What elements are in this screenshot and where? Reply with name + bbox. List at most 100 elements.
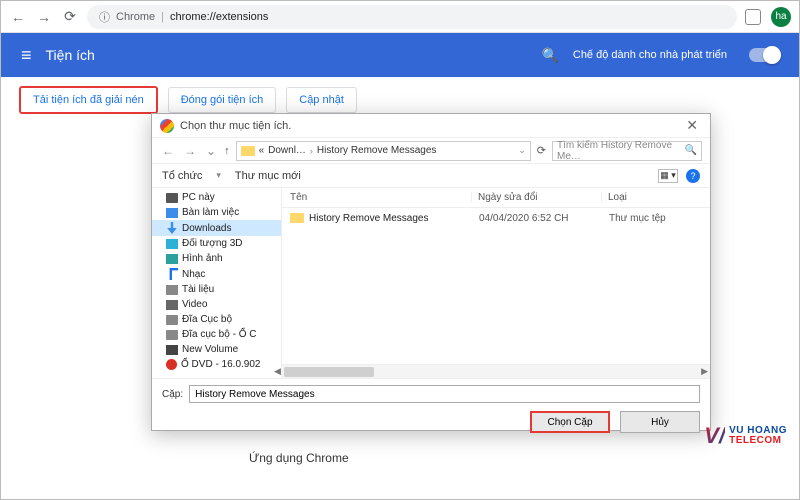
extensions-icon[interactable] xyxy=(745,9,761,25)
chevron-right-icon: › xyxy=(310,146,313,156)
folder-name-input[interactable] xyxy=(189,385,700,403)
file-list-header: Tên Ngày sửa đổi Loại xyxy=(282,188,710,208)
update-button[interactable]: Cập nhật xyxy=(286,87,357,113)
dl-icon xyxy=(166,222,178,234)
section-heading: Ứng dụng Chrome xyxy=(249,451,349,465)
mus-icon xyxy=(166,268,178,280)
scrollbar-thumb[interactable] xyxy=(284,367,374,377)
address-separator: | xyxy=(161,11,164,23)
breadcrumb[interactable]: « Downl… › History Remove Messages ⌄ xyxy=(236,141,531,161)
organize-menu[interactable]: Tổ chức xyxy=(162,170,202,182)
search-placeholder: Tìm kiếm History Remove Me… xyxy=(557,140,681,162)
vid-icon xyxy=(166,300,178,310)
folder-icon xyxy=(241,146,255,156)
tree-item-label: Đối tượng 3D xyxy=(182,238,243,249)
breadcrumb-seg1[interactable]: « xyxy=(259,145,265,156)
view-options-icon[interactable]: ▦ ▾ xyxy=(658,169,678,183)
breadcrumb-folder[interactable]: History Remove Messages xyxy=(317,145,436,156)
hd-icon xyxy=(166,330,178,340)
tree-item-mus[interactable]: Nhạc xyxy=(152,266,281,282)
folder-field-label: Cặp: xyxy=(162,389,183,400)
logo-text-2: TELECOM xyxy=(729,436,787,446)
new-folder-button[interactable]: Thư mục mới xyxy=(235,170,301,182)
nav-forward-icon[interactable]: → xyxy=(182,144,198,158)
search-glass-icon: 🔍 xyxy=(685,145,697,156)
tree-item-dvd[interactable]: Ổ DVD - 16.0.902 xyxy=(152,357,281,372)
address-app: Chrome xyxy=(116,11,155,23)
logo-mark-icon: V/ xyxy=(704,423,725,449)
breadcrumb-root[interactable]: Downl… xyxy=(268,145,306,156)
desk-icon xyxy=(166,208,178,218)
file-list: Tên Ngày sửa đổi Loại History Remove Mes… xyxy=(282,188,710,378)
tree-item-label: Hình ảnh xyxy=(182,253,223,264)
pc-icon xyxy=(166,193,178,203)
load-unpacked-button[interactable]: Tải tiện ích đã giải nén xyxy=(19,86,158,114)
tree-item-label: PC này xyxy=(182,192,215,203)
cancel-button[interactable]: Hủy xyxy=(620,411,700,433)
dialog-titlebar: Chọn thư mục tiện ích. ✕ xyxy=(152,114,710,138)
tree-item-nv[interactable]: New Volume xyxy=(152,342,281,357)
dialog-nav: ← → ⌄ ↑ « Downl… › History Remove Messag… xyxy=(152,138,710,164)
col-name[interactable]: Tên xyxy=(282,192,472,203)
nv-icon xyxy=(166,345,178,355)
tree-item-obj3d[interactable]: Đối tượng 3D xyxy=(152,236,281,251)
folder-picker-dialog: Chọn thư mục tiện ích. ✕ ← → ⌄ ↑ « Downl… xyxy=(151,113,711,431)
tree-item-label: Đĩa Cục bộ xyxy=(182,314,232,325)
browser-chrome-bar: ← → ⟳ ⓘ Chrome | chrome://extensions ha xyxy=(1,1,799,33)
folder-icon xyxy=(290,213,304,223)
tree-item-hd[interactable]: Đĩa cục bộ - Ổ C xyxy=(152,327,281,342)
pack-extension-button[interactable]: Đóng gói tiện ích xyxy=(168,87,277,113)
dialog-search[interactable]: Tìm kiếm History Remove Me… 🔍 xyxy=(552,141,702,161)
chrome-icon xyxy=(160,119,174,133)
tree-item-label: Đĩa cục bộ - Ổ C xyxy=(182,329,256,340)
recent-dropdown-icon[interactable]: ⌄ xyxy=(204,144,218,158)
file-name: History Remove Messages xyxy=(309,213,479,224)
tree-item-label: Tài liệu xyxy=(182,284,214,295)
doc-icon xyxy=(166,285,178,295)
tree-item-doc[interactable]: Tài liệu xyxy=(152,282,281,297)
file-type: Thư mục tệp xyxy=(609,213,710,224)
refresh-icon[interactable]: ⟳ xyxy=(537,144,546,157)
tree-item-img[interactable]: Hình ảnh xyxy=(152,251,281,266)
img-icon xyxy=(166,254,178,264)
hd-icon xyxy=(166,315,178,325)
select-folder-button[interactable]: Chọn Cặp xyxy=(530,411,610,433)
close-icon[interactable]: ✕ xyxy=(682,117,702,134)
watermark-logo: V/ VU HOANG TELECOM xyxy=(704,423,787,449)
nav-up-icon[interactable]: ↑ xyxy=(224,145,230,157)
tree-item-desk[interactable]: Bàn làm việc xyxy=(152,205,281,220)
col-type[interactable]: Loại xyxy=(602,192,710,203)
tree-item-label: New Volume xyxy=(182,344,238,355)
tree-item-dl[interactable]: Downloads xyxy=(152,220,281,236)
tree-item-label: Bàn làm việc xyxy=(182,207,239,218)
dev-mode-toggle[interactable] xyxy=(749,48,779,62)
organize-caret-icon[interactable]: ▾ xyxy=(216,170,221,181)
file-modified: 04/04/2020 6:52 CH xyxy=(479,213,609,224)
dev-mode-label: Chế độ dành cho nhà phát triển xyxy=(573,49,727,61)
folder-tree[interactable]: PC này Bàn làm việc Downloads Đối tượng 3D H… xyxy=(152,188,282,378)
dialog-footer: Cặp: Chọn Cặp Hủy xyxy=(152,378,710,439)
address-bar[interactable]: ⓘ Chrome | chrome://extensions xyxy=(87,5,737,29)
tree-item-label: Downloads xyxy=(182,223,231,234)
tree-item-hd[interactable]: Đĩa Cục bộ xyxy=(152,312,281,327)
breadcrumb-dropdown-icon[interactable]: ⌄ xyxy=(518,145,526,156)
reload-icon[interactable]: ⟳ xyxy=(61,8,79,26)
horizontal-scrollbar[interactable] xyxy=(282,364,710,378)
address-url: chrome://extensions xyxy=(170,11,268,23)
menu-icon[interactable]: ≡ xyxy=(21,45,32,66)
col-modified[interactable]: Ngày sửa đổi xyxy=(472,192,602,203)
nav-back-icon[interactable]: ← xyxy=(160,144,176,158)
tree-item-pc[interactable]: PC này xyxy=(152,190,281,205)
tree-item-vid[interactable]: Video xyxy=(152,297,281,312)
dvd-icon xyxy=(166,359,177,370)
obj3d-icon xyxy=(166,239,178,249)
search-icon[interactable]: 🔍 xyxy=(541,47,558,64)
dialog-toolbar: Tổ chức ▾ Thư mục mới ▦ ▾ ? xyxy=(152,164,710,188)
back-icon[interactable]: ← xyxy=(9,8,27,26)
profile-avatar[interactable]: ha xyxy=(771,7,791,27)
tree-item-label: Ổ DVD - 16.0.902 xyxy=(181,359,260,370)
help-icon[interactable]: ? xyxy=(686,169,700,183)
forward-icon[interactable]: → xyxy=(35,8,53,26)
file-row[interactable]: History Remove Messages04/04/2020 6:52 C… xyxy=(282,208,710,228)
dialog-title: Chọn thư mục tiện ích. xyxy=(180,120,682,132)
